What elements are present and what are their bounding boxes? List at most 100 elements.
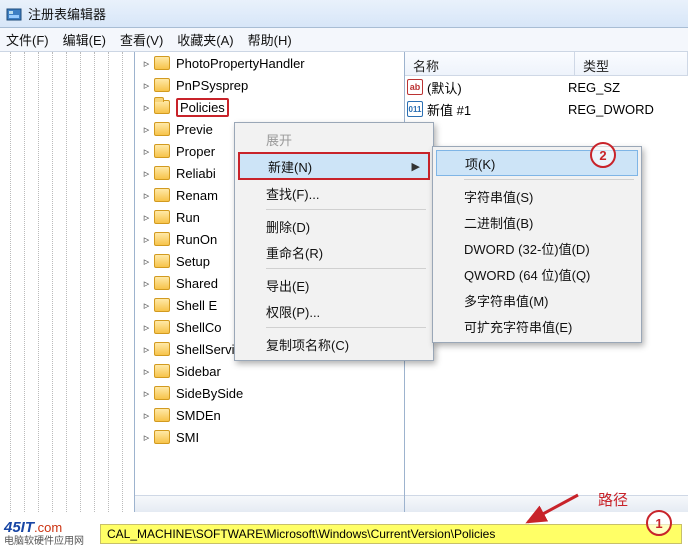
menu-view[interactable]: 查看(V) [120,30,163,49]
folder-icon [154,232,170,246]
value-name: 新值 #1 [425,100,568,119]
tree-label: SMDEn [176,408,221,423]
ctx-item[interactable]: 删除(D) [238,213,430,239]
ctx-item[interactable]: 查找(F)... [238,180,430,206]
window-title: 注册表编辑器 [28,4,106,23]
submenu-item[interactable]: 字符串值(S) [436,183,638,209]
submenu-item[interactable]: 可扩充字符串值(E) [436,313,638,339]
menu-edit[interactable]: 编辑(E) [63,30,106,49]
folder-icon [154,364,170,378]
tree-hscroll[interactable] [135,495,404,512]
tree-node[interactable]: ▹ SMDEn [135,404,404,426]
value-row[interactable]: ab (默认) REG_SZ [405,76,688,98]
tree-label: Shared [176,276,218,291]
submenu-item[interactable]: DWORD (32-位)值(D) [436,235,638,261]
value-name: (默认) [425,78,568,97]
menu-bar[interactable]: 文件(F) 编辑(E) 查看(V) 收藏夹(A) 帮助(H) [0,28,688,52]
value-type: REG_SZ [568,80,688,95]
tree-label: PhotoPropertyHandler [176,56,305,71]
expand-icon[interactable]: ▹ [141,300,152,311]
tree-label: Proper [176,144,215,159]
expand-icon[interactable]: ▹ [141,366,152,377]
tree-label: Shell E [176,298,217,313]
submenu-new[interactable]: 项(K)字符串值(S)二进制值(B)DWORD (32-位)值(D)QWORD … [432,146,642,343]
annotation-1: 1 [646,510,672,536]
ctx-item[interactable]: 新建(N) ▶ [238,152,430,180]
expand-icon[interactable]: ▹ [141,80,152,91]
expand-icon[interactable]: ▹ [141,168,152,179]
folder-icon [154,342,170,356]
expand-icon[interactable]: ▹ [141,212,152,223]
menu-separator [266,268,426,269]
tree-label: SMI [176,430,199,445]
expand-icon[interactable]: ▹ [141,102,152,113]
ctx-item-label: 删除(D) [266,217,310,236]
expand-icon[interactable]: ▹ [141,344,152,355]
menu-separator [266,327,426,328]
menu-help[interactable]: 帮助(H) [248,30,292,49]
ctx-item[interactable]: 权限(P)... [238,298,430,324]
tree-node[interactable]: ▹ Sidebar [135,360,404,382]
tree-label: Setup [176,254,210,269]
ctx-item[interactable]: 导出(E) [238,272,430,298]
expand-icon[interactable]: ▹ [141,234,152,245]
ctx-item[interactable]: 重命名(R) [238,239,430,265]
ctx-item-label: 新建(N) [268,157,312,176]
tree-node[interactable]: ▹ SideBySide [135,382,404,404]
tree-node[interactable]: ▹ Policies [135,96,404,118]
folder-icon [154,56,170,70]
watermark-logo: 45IT.com 电脑软硬件应用网 [4,522,84,548]
context-menu[interactable]: 展开 新建(N) ▶ 查找(F)... 删除(D) 重命名(R) 导出(E) 权限(P)..… [234,122,434,361]
ctx-item-label: 查找(F)... [266,184,319,203]
ctx-expand[interactable]: 展开 [238,126,430,152]
menu-favorites[interactable]: 收藏夹(A) [177,30,233,49]
expand-icon[interactable]: ▹ [141,322,152,333]
annotation-arrow-icon [518,490,588,530]
ctx-item-label: 复制项名称(C) [266,335,349,354]
ctx-item-label: 权限(P)... [266,302,320,321]
tree-label: Policies [176,98,229,117]
header-name[interactable]: 名称 [405,52,575,75]
folder-icon [154,210,170,224]
submenu-item[interactable]: 多字符串值(M) [436,287,638,313]
tree-node[interactable]: ▹ PnPSysprep [135,74,404,96]
tree-sidebar[interactable] [0,52,135,512]
expand-icon[interactable]: ▹ [141,146,152,157]
expand-icon[interactable]: ▹ [141,190,152,201]
tree-label: Reliabi [176,166,216,181]
tree-label: RunOn [176,232,217,247]
folder-icon [154,254,170,268]
ctx-item[interactable]: 复制项名称(C) [238,331,430,357]
expand-icon[interactable]: ▹ [141,256,152,267]
value-type-icon: 011 [407,101,423,117]
submenu-item[interactable]: QWORD (64 位)值(Q) [436,261,638,287]
tree-label: Renam [176,188,218,203]
folder-icon [154,320,170,334]
folder-icon [154,122,170,136]
tree-label: ShellCo [176,320,222,335]
tree-guides [0,52,134,512]
folder-icon [154,188,170,202]
expand-icon[interactable]: ▹ [141,388,152,399]
tree-label: PnPSysprep [176,78,248,93]
ctx-item-label: 导出(E) [266,276,309,295]
tree-label: Run [176,210,200,225]
expand-icon[interactable]: ▹ [141,410,152,421]
submenu-arrow-icon: ▶ [412,160,420,173]
folder-icon [154,298,170,312]
expand-icon[interactable]: ▹ [141,58,152,69]
folder-icon [154,144,170,158]
expand-icon[interactable]: ▹ [141,432,152,443]
tree-node[interactable]: ▹ SMI [135,426,404,448]
value-row[interactable]: 011 新值 #1 REG_DWORD [405,98,688,120]
folder-icon [154,408,170,422]
tree-label: Previe [176,122,213,137]
annotation-path-label: 路径 [598,489,628,510]
menu-file[interactable]: 文件(F) [6,30,49,49]
submenu-item[interactable]: 二进制值(B) [436,209,638,235]
tree-node[interactable]: ▹ PhotoPropertyHandler [135,52,404,74]
expand-icon[interactable]: ▹ [141,278,152,289]
expand-icon[interactable]: ▹ [141,124,152,135]
folder-icon [154,276,170,290]
header-type[interactable]: 类型 [575,52,688,75]
